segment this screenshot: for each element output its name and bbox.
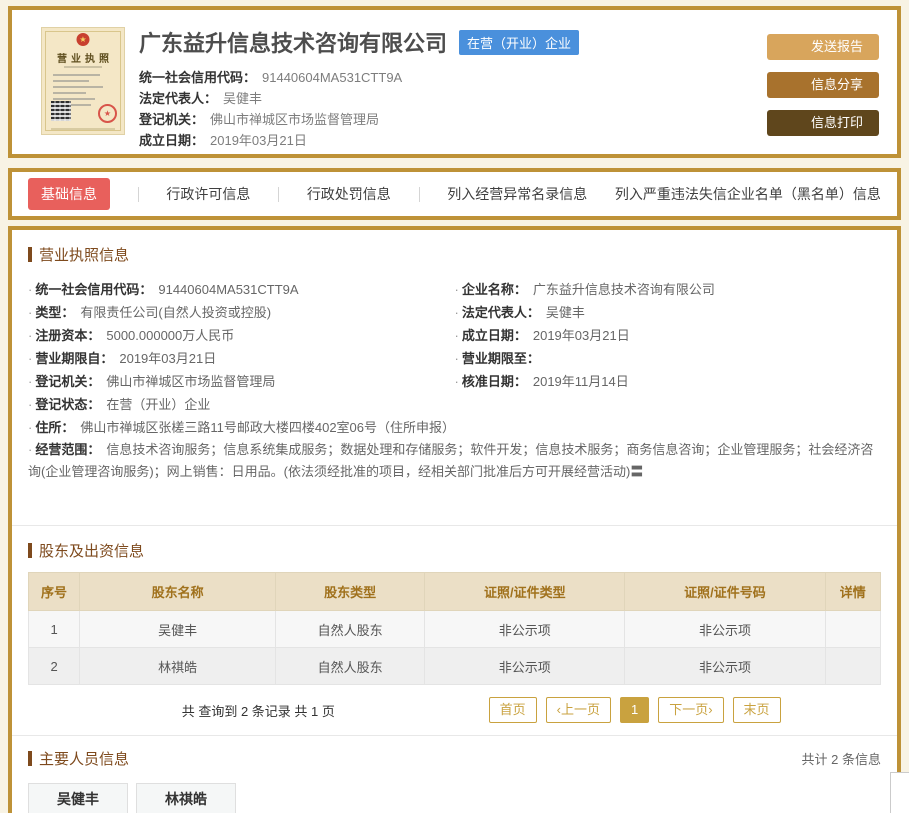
tab-admin-penalty-info[interactable]: 行政处罚信息: [307, 184, 391, 204]
shareholders-table: 序号 股东名称 股东类型 证照/证件类型 证照/证件号码 详情 1 吴健丰 自然…: [27, 572, 882, 685]
header-field-legal-rep: 法定代表人： 吴健丰: [139, 91, 263, 106]
table-header-row: 序号 股东名称 股东类型 证照/证件类型 证照/证件号码 详情: [27, 572, 882, 611]
section-title-shareholders: 股东及出资信息: [28, 526, 881, 561]
table-cell: 吴健丰: [79, 610, 277, 648]
license-fields-right: · 企业名称： 广东益升信息技术咨询有限公司 · 法定代表人： 吴健丰 · 成立日期： 20…: [455, 278, 882, 439]
prev-page-button[interactable]: ‹上一页: [545, 697, 611, 723]
floating-widget[interactable]: [890, 772, 909, 813]
pagination-bar: 共 查询到 2 条记录 共 1 页 首页 ‹上一页 1 下一页› 末页: [28, 697, 881, 723]
company-header-info: 广东益升信息技术咨询有限公司 在营（开业）企业 统一社会信用代码： 9144060…: [139, 24, 767, 148]
table-cell: [824, 647, 882, 685]
table-cell: 2: [27, 647, 81, 685]
person-name: 林祺皓: [165, 791, 207, 807]
table-cell: 非公示项: [624, 647, 826, 685]
col-header-detail: 详情: [824, 572, 882, 611]
person-card[interactable]: 吴健丰 执行董事,经...: [28, 783, 128, 813]
company-header-card: 营业执照 广东益升信息技术咨询有限公司 在营（开业）企业 统一社会信用代码：91…: [8, 6, 901, 158]
field-address: · 住所： 佛山市禅城区张槎三路11号邮政大楼四楼402室06号（住所申报）: [28, 420, 455, 435]
license-title: 营业执照: [57, 54, 113, 65]
table-row: 1 吴健丰 自然人股东 非公示项 非公示项: [27, 610, 882, 648]
section-title-license-info: 营业执照信息: [28, 230, 881, 265]
table-cell: 非公示项: [624, 610, 826, 648]
content-card: 营业执照信息 · 统一社会信用代码： 91440604MA531CTT9A · 类型：…: [8, 226, 901, 813]
first-page-button[interactable]: 首页: [488, 697, 537, 723]
company-info-page: 营业执照 广东益升信息技术咨询有限公司 在营（开业）企业 统一社会信用代码：91…: [0, 0, 909, 813]
header-action-buttons: 发送报告 信息分享 信息打印: [767, 34, 879, 144]
table-cell: 自然人股东: [275, 647, 426, 685]
business-license-thumbnail[interactable]: 营业执照: [42, 28, 124, 134]
license-bottom-line: [51, 128, 115, 130]
tab-divider: [418, 186, 420, 202]
header-field-founded-date: 成立日期： 2019年03月21日: [139, 133, 307, 148]
current-page-button[interactable]: 1: [619, 697, 650, 723]
field-term-to: · 营业期限至：: [454, 351, 540, 366]
person-card[interactable]: 林祺皓 监事: [136, 783, 236, 813]
col-header-type: 股东类型: [275, 572, 426, 611]
qr-code-icon: [51, 101, 71, 121]
field-founded-date: · 成立日期： 2019年03月21日: [454, 328, 630, 343]
field-credit-code: · 统一社会信用代码： 91440604MA531CTT9A: [28, 282, 299, 297]
tab-basic-info[interactable]: 基础信息: [28, 178, 110, 210]
pagination-buttons: 首页 ‹上一页 1 下一页› 末页: [488, 697, 781, 723]
field-company-name: · 企业名称： 广东益升信息技术咨询有限公司: [454, 282, 715, 297]
col-header-id-no: 证照/证件号码: [624, 572, 826, 611]
header-field-credit-code: 统一社会信用代码： 91440604MA531CTT9A: [139, 70, 403, 85]
section-title-bar: [28, 751, 32, 766]
red-seal-icon: [98, 104, 117, 123]
table-row: 2 林祺皓 自然人股东 非公示项 非公示项: [27, 647, 882, 685]
header-field-registry: 登记机关： 佛山市禅城区市场监督管理局: [139, 112, 380, 127]
field-approval-date: · 核准日期： 2019年11月14日: [454, 374, 629, 389]
col-header-name: 股东名称: [79, 572, 277, 611]
field-term-from: · 营业期限自： 2019年03月21日: [28, 351, 217, 366]
personnel-cards: 吴健丰 执行董事,经... 林祺皓 监事: [28, 783, 881, 813]
person-name: 吴健丰: [57, 791, 99, 807]
section-title-bar: [28, 543, 32, 558]
field-legal-rep: · 法定代表人： 吴健丰: [454, 305, 585, 320]
tab-serious-violation-blacklist[interactable]: 列入严重违法失信企业名单（黑名单）信息: [615, 184, 881, 204]
license-fields-left: · 统一社会信用代码： 91440604MA531CTT9A · 类型： 有限责任公司(…: [28, 278, 455, 439]
personnel-header: 主要人员信息 共计 2 条信息: [28, 736, 881, 769]
next-page-button[interactable]: 下一页›: [658, 697, 724, 723]
personnel-count: 共计 2 条信息: [801, 752, 881, 767]
national-emblem-icon: [76, 33, 90, 46]
field-registration-status: · 登记状态： 在营（开业）企业: [28, 397, 211, 412]
tab-admin-license-info[interactable]: 行政许可信息: [166, 184, 250, 204]
col-header-id-type: 证照/证件类型: [424, 572, 626, 611]
tab-abnormal-operation-list[interactable]: 列入经营异常名录信息: [447, 184, 587, 204]
tab-divider: [278, 186, 280, 202]
last-page-button[interactable]: 末页: [732, 697, 781, 723]
field-business-scope: · 经营范围： 信息技术咨询服务；信息系统集成服务；数据处理和存储服务；软件开发；信…: [28, 442, 874, 479]
status-badge: 在营（开业）企业: [459, 29, 580, 55]
field-company-type: · 类型： 有限责任公司(自然人投资或控股): [28, 305, 272, 320]
share-info-button[interactable]: 信息分享: [767, 72, 879, 98]
table-cell: 林祺皓: [79, 647, 277, 685]
license-fields-grid: · 统一社会信用代码： 91440604MA531CTT9A · 类型： 有限责任公司(…: [28, 278, 881, 439]
field-registered-capital: · 注册资本： 5000.000000万人民币: [28, 328, 235, 343]
table-cell: 非公示项: [424, 647, 626, 685]
print-info-button[interactable]: 信息打印: [767, 110, 879, 136]
table-cell: [824, 610, 882, 648]
tab-bar: 基础信息 行政许可信息 行政处罚信息 列入经营异常名录信息 列入严重违法失信企业…: [8, 168, 901, 220]
pagination-summary: 共 查询到 2 条记录 共 1 页: [181, 703, 335, 719]
table-cell: 自然人股东: [275, 610, 426, 648]
tab-divider: [137, 186, 139, 202]
field-registry-authority: · 登记机关： 佛山市禅城区市场监督管理局: [28, 374, 276, 389]
table-cell: 非公示项: [424, 610, 626, 648]
send-report-button[interactable]: 发送报告: [767, 34, 879, 60]
company-name: 广东益升信息技术咨询有限公司: [139, 31, 448, 56]
col-header-seq: 序号: [27, 572, 81, 611]
section-title-bar: [28, 247, 32, 262]
section-title-personnel: 主要人员信息: [28, 748, 129, 769]
license-subline: [64, 66, 102, 68]
table-cell: 1: [27, 610, 81, 648]
